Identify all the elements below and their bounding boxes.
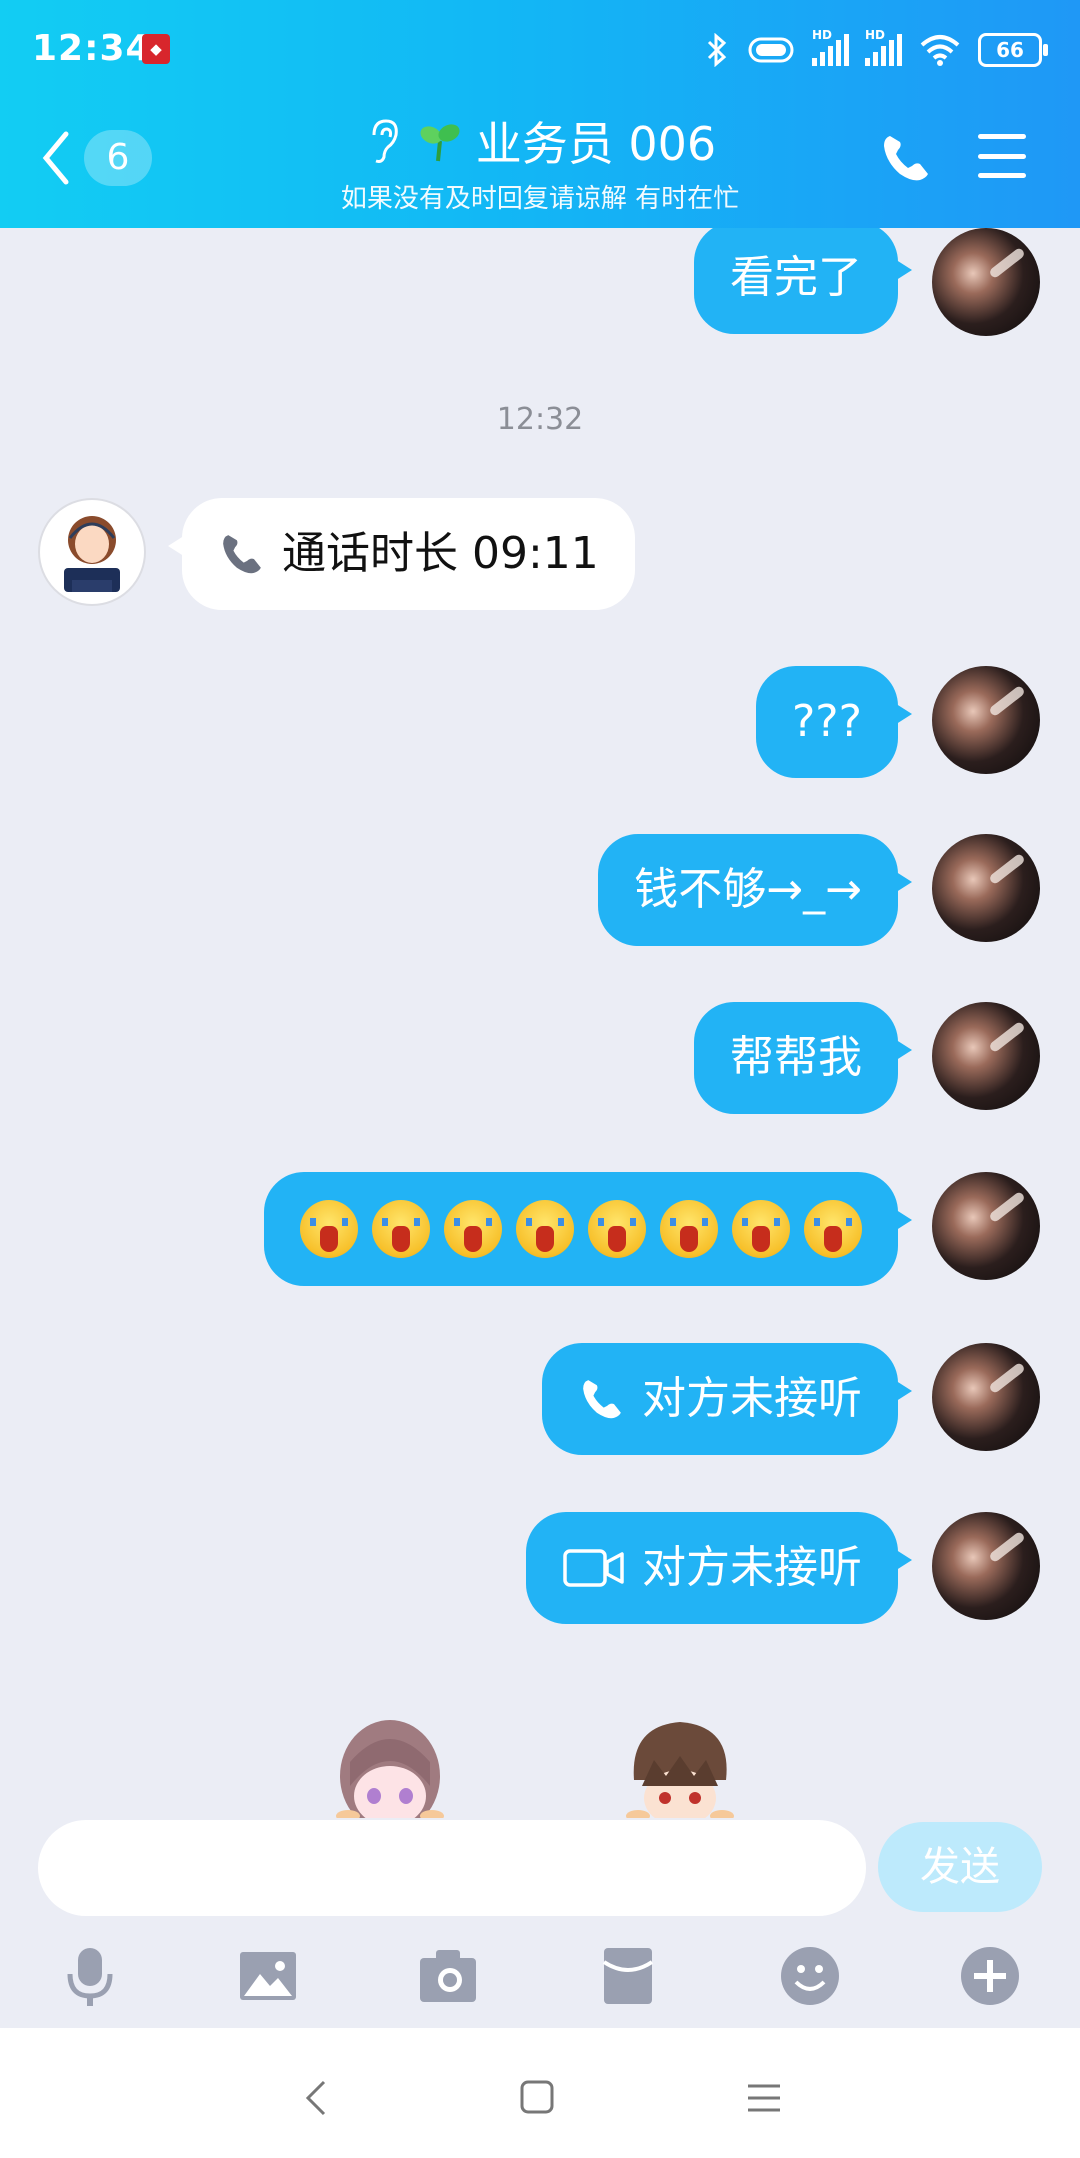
nav-recents-icon[interactable] [742,2078,786,2118]
back-arrow-icon[interactable] [40,130,70,186]
missed-video-call-bubble[interactable]: 对方未接听 [526,1512,912,1624]
agent-avatar-image [64,516,120,592]
emoji-group [300,1200,876,1258]
emoji-icon[interactable] [778,1944,842,2008]
message-bubble[interactable]: 帮帮我 [694,1002,912,1114]
signal-icon-2: HD [865,28,902,66]
phone-call-icon[interactable] [878,130,934,186]
video-icon [563,1549,624,1587]
chat-subtitle: 如果没有及时回复请谅解 有时在忙 [340,184,740,214]
agent-avatar[interactable] [38,498,146,606]
my-avatar[interactable] [932,1172,1040,1280]
my-avatar[interactable] [932,1343,1040,1451]
peeking-stickers [0,1716,1080,1818]
message-timestamp: 12:32 [496,402,584,437]
chat-header: 12:34 ◆ HD HD 66 6 业务员 006 如果没有及时回复请谅解 有… [0,0,1080,228]
my-avatar[interactable] [932,666,1040,774]
crying-emoji [732,1200,790,1258]
message-text: 对方未接听 [642,1373,862,1424]
emoji-message-bubble[interactable] [264,1172,912,1286]
menu-icon[interactable] [978,134,1026,178]
call-duration-bubble[interactable]: 通话时长 09:11 [168,498,635,610]
red-packet-icon[interactable] [596,1944,660,2008]
status-time: 12:34 [32,28,152,69]
message-text: 看完了 [730,252,862,303]
my-avatar[interactable] [932,834,1040,942]
message-text: 钱不够→_→ [634,864,862,915]
plus-icon[interactable] [958,1944,1022,2008]
crying-emoji [300,1200,358,1258]
vibrate-icon [748,37,794,63]
status-bar: 12:34 ◆ HD HD 66 [0,0,1080,100]
message-list[interactable]: 看完了 12:32 通话时长 09:11 ??? 钱不够→_→ 帮帮我 对方未接… [0,228,1080,1818]
message-bubble[interactable]: 钱不够→_→ [598,834,912,946]
phone-icon [223,535,261,574]
my-avatar[interactable] [932,1002,1040,1110]
image-icon[interactable] [236,1944,300,2008]
ear-icon [372,119,398,163]
crying-emoji [588,1200,646,1258]
hd-label-1: HD [812,28,833,42]
message-input[interactable] [38,1820,866,1916]
message-text: ??? [791,696,862,747]
crying-emoji [804,1200,862,1258]
crying-emoji [516,1200,574,1258]
phone-icon [583,1380,621,1419]
anime-boy-sticker [626,1722,734,1818]
chat-title: 业务员 006 [475,117,717,171]
message-text: 帮帮我 [730,1032,862,1083]
missed-voice-call-bubble[interactable]: 对方未接听 [542,1343,912,1455]
send-button[interactable]: 发送 [878,1822,1042,1912]
message-bubble[interactable]: 看完了 [694,228,912,334]
sprout-icon [420,124,460,162]
unread-count-badge[interactable]: 6 [84,130,152,186]
status-icons: HD HD 66 [704,28,1048,72]
hd-label-2: HD [865,28,886,42]
signal-icon-1: HD [812,28,849,66]
message-text: 对方未接听 [642,1542,862,1593]
notification-app-icon: ◆ [142,34,170,64]
crying-emoji [372,1200,430,1258]
bluetooth-icon [707,33,727,67]
message-bubble[interactable]: ??? [755,666,913,778]
message-text: 通话时长 09:11 [282,528,599,579]
crying-emoji [444,1200,502,1258]
nav-home-icon[interactable] [514,2078,558,2118]
anime-girl-sticker [336,1720,444,1818]
nav-back-icon[interactable] [296,2078,340,2118]
battery-icon: 66 [978,33,1048,67]
my-avatar[interactable] [932,1512,1040,1620]
wifi-icon [920,35,960,66]
my-avatar[interactable] [932,228,1040,336]
microphone-icon[interactable] [58,1944,122,2008]
camera-icon[interactable] [416,1944,480,2008]
crying-emoji [660,1200,718,1258]
chat-title-block[interactable]: 业务员 006 如果没有及时回复请谅解 有时在忙 [300,110,780,215]
